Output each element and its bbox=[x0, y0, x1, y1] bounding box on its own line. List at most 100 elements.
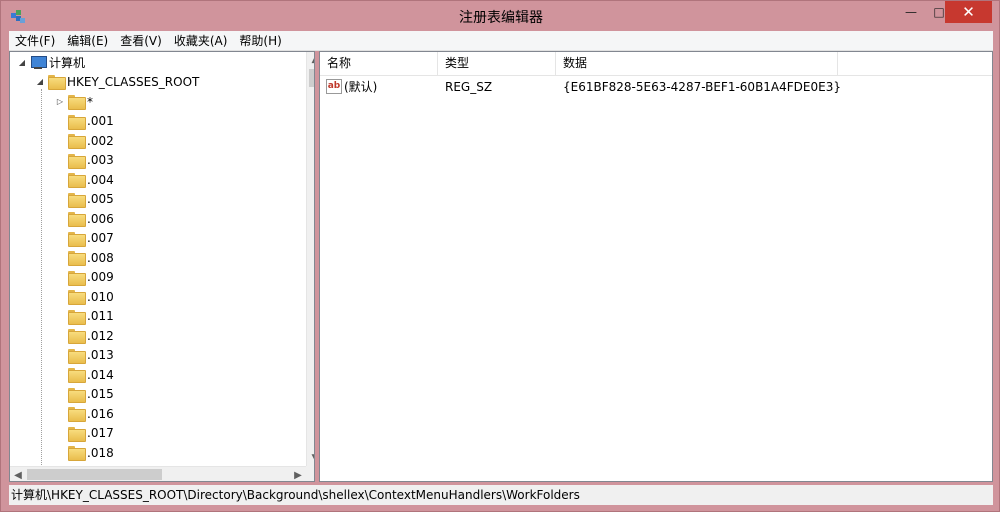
scroll-thumb[interactable] bbox=[309, 69, 314, 87]
tree-node-key[interactable]: .001 bbox=[54, 112, 114, 131]
expanded-arrow-icon[interactable]: ◢ bbox=[16, 57, 28, 69]
menubar: 文件(F) 编辑(E) 查看(V) 收藏夹(A) 帮助(H) bbox=[9, 31, 993, 51]
tree-node-key[interactable]: .017 bbox=[54, 424, 114, 443]
tree-node-key[interactable]: .011 bbox=[54, 307, 114, 326]
scrollbar-corner bbox=[306, 466, 314, 481]
folder-icon bbox=[68, 231, 86, 247]
folder-icon bbox=[68, 446, 86, 461]
value-list-pane[interactable]: 名称 类型 数据 ab (默认) REG_SZ {E61BF828-5E63-4… bbox=[319, 51, 993, 482]
folder-icon bbox=[68, 290, 86, 305]
close-button[interactable]: ✕ bbox=[945, 1, 992, 23]
column-header-type[interactable]: 类型 bbox=[438, 52, 556, 75]
tree-node-label: 计算机 bbox=[49, 56, 86, 70]
tree-node-key[interactable]: .005 bbox=[54, 190, 114, 209]
tree-node-key[interactable]: .016 bbox=[54, 404, 114, 423]
tree-node-label: .001 bbox=[87, 114, 114, 128]
tree-node-label: .009 bbox=[87, 270, 114, 284]
tree-node-label: .004 bbox=[87, 172, 114, 187]
folder-icon bbox=[68, 134, 86, 149]
window-title: 注册表编辑器 bbox=[459, 10, 543, 26]
tree-node-key[interactable]: .002 bbox=[54, 131, 114, 150]
tree-node-key[interactable]: .010 bbox=[54, 287, 114, 306]
status-bar: 计算机\HKEY_CLASSES_ROOT\Directory\Backgrou… bbox=[9, 485, 993, 505]
tree-node-label: .013 bbox=[87, 348, 114, 362]
tree-node-key[interactable]: .006 bbox=[54, 209, 114, 228]
tree-node-label: HKEY_CLASSES_ROOT bbox=[67, 74, 200, 89]
column-header-name[interactable]: 名称 bbox=[320, 52, 438, 75]
folder-icon bbox=[68, 173, 86, 188]
tree-node-label: .002 bbox=[87, 133, 114, 148]
menu-edit[interactable]: 编辑(E) bbox=[61, 31, 114, 51]
tree-node-label: .012 bbox=[87, 328, 114, 343]
tree-node-key[interactable]: ▷ * bbox=[54, 92, 93, 111]
folder-icon bbox=[68, 95, 86, 110]
tree-horizontal-scrollbar[interactable]: ◀ ▶ bbox=[10, 466, 306, 481]
folder-icon bbox=[48, 75, 66, 90]
tree-node-hkcr[interactable]: ◢ HKEY_CLASSES_ROOT bbox=[34, 72, 199, 91]
collapsed-arrow-icon[interactable]: ▷ bbox=[54, 96, 66, 108]
tree-node-key[interactable]: .003 bbox=[54, 151, 114, 170]
menu-help[interactable]: 帮助(H) bbox=[233, 31, 287, 51]
value-type: REG_SZ bbox=[445, 80, 493, 94]
tree-node-label: .011 bbox=[87, 309, 114, 323]
scroll-left-icon[interactable]: ◀ bbox=[10, 467, 26, 481]
menu-view[interactable]: 查看(V) bbox=[114, 31, 168, 51]
folder-icon bbox=[68, 426, 86, 442]
tree-node-key[interactable]: .013 bbox=[54, 346, 114, 365]
tree-node-key[interactable]: .009 bbox=[54, 268, 114, 287]
tree-node-key[interactable]: .012 bbox=[54, 326, 114, 345]
scroll-thumb[interactable] bbox=[27, 469, 162, 480]
menu-favorites[interactable]: 收藏夹(A) bbox=[168, 31, 234, 51]
key-tree-pane[interactable]: ◢ 计算机 ◢ HKEY_CLASSES_ROOT ▷ * .001.002.003… bbox=[9, 51, 315, 482]
tree-node-label: .007 bbox=[87, 231, 114, 245]
close-icon: ✕ bbox=[962, 3, 975, 21]
tree-node-label: .003 bbox=[87, 153, 114, 167]
value-name[interactable]: (默认) bbox=[344, 78, 377, 96]
tree-node-key[interactable]: .015 bbox=[54, 385, 114, 404]
tree-node-key[interactable]: .008 bbox=[54, 248, 114, 267]
tree-node-label: .006 bbox=[87, 211, 114, 226]
folder-icon bbox=[68, 251, 86, 266]
maximize-icon: □ bbox=[933, 5, 945, 19]
string-value-icon: ab bbox=[326, 79, 342, 94]
tree-node-label: * bbox=[87, 94, 93, 109]
titlebar[interactable]: 注册表编辑器 — □ ✕ bbox=[1, 1, 1000, 31]
scroll-right-icon[interactable]: ▶ bbox=[290, 467, 306, 481]
expanded-arrow-icon[interactable]: ◢ bbox=[34, 76, 46, 88]
menu-file[interactable]: 文件(F) bbox=[9, 31, 61, 51]
minimize-icon: — bbox=[905, 5, 917, 19]
scroll-down-icon[interactable]: ▼ bbox=[307, 450, 314, 466]
tree-node-label: .015 bbox=[87, 387, 114, 401]
folder-icon bbox=[68, 387, 86, 403]
column-header-data[interactable]: 数据 bbox=[556, 52, 838, 75]
tree-guide-line bbox=[41, 89, 42, 469]
tree-node-key[interactable]: .007 bbox=[54, 229, 114, 248]
header-divider bbox=[320, 75, 992, 76]
tree-node-key[interactable]: .004 bbox=[54, 170, 114, 189]
tree-node-key[interactable]: .014 bbox=[54, 365, 114, 384]
tree-vertical-scrollbar[interactable]: ▲ ▼ bbox=[306, 52, 314, 466]
tree-node-label: .016 bbox=[87, 406, 114, 421]
folder-icon bbox=[68, 329, 86, 344]
tree-node-computer[interactable]: ◢ 计算机 bbox=[16, 53, 85, 72]
regedit-window: 注册表编辑器 — □ ✕ 文件(F) 编辑(E) 查看(V) 收藏夹(A) 帮助… bbox=[0, 0, 1000, 512]
minimize-button[interactable]: — bbox=[897, 1, 925, 23]
folder-icon bbox=[68, 114, 86, 130]
folder-icon bbox=[68, 212, 86, 227]
folder-icon bbox=[68, 348, 86, 364]
scroll-up-icon[interactable]: ▲ bbox=[307, 52, 314, 68]
folder-icon bbox=[68, 368, 86, 383]
tree-node-label: .017 bbox=[87, 426, 114, 440]
tree-node-key[interactable]: .018 bbox=[54, 443, 114, 462]
value-data: {E61BF828-5E63-4287-BEF1-60B1A4FDE0E3} bbox=[563, 80, 841, 94]
